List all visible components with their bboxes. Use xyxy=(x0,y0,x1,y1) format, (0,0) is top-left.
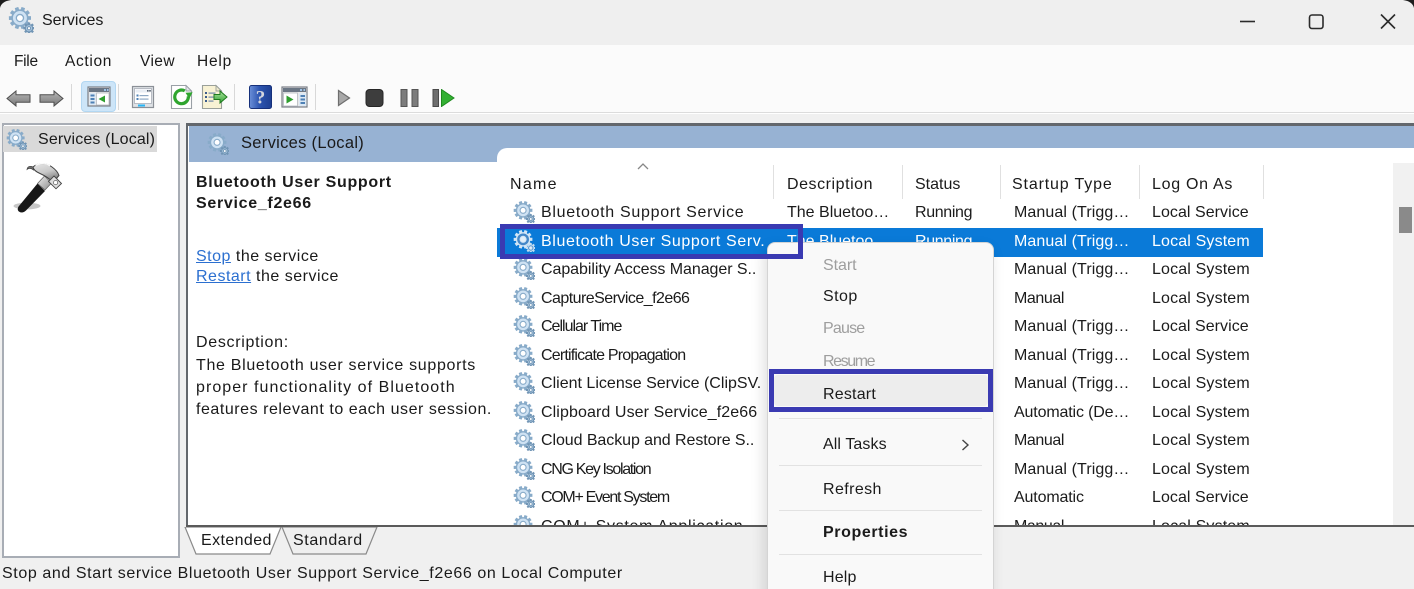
svg-text:?: ? xyxy=(256,88,266,109)
